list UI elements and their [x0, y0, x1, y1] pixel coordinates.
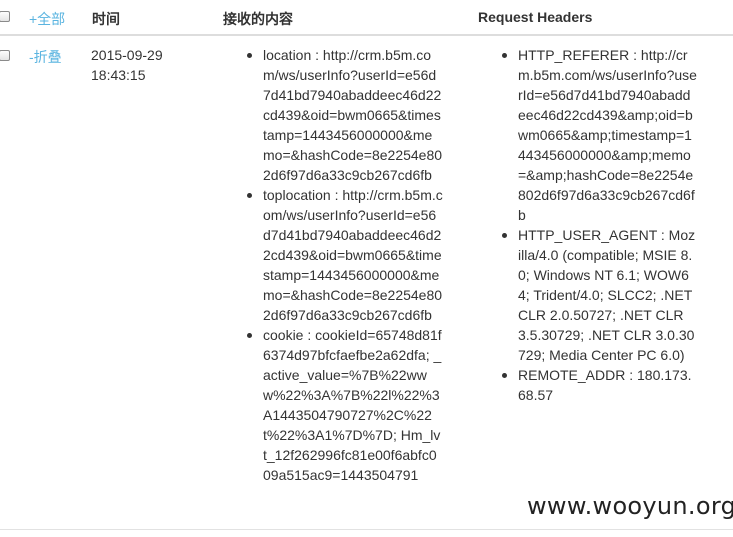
- row-checkbox[interactable]: [0, 50, 10, 61]
- list-item-cookie: cookie : cookieId=65748d81f6374d97bfcfae…: [247, 327, 442, 483]
- list-item-toplocation: toplocation : http://crm.b5m.com/ws/user…: [247, 187, 443, 323]
- select-all-checkbox[interactable]: [0, 11, 10, 22]
- collapse-row-link[interactable]: -折叠: [29, 47, 62, 67]
- request-headers-list: HTTP_REFERER : http://crm.b5m.com/ws/use…: [502, 45, 698, 405]
- request-log-table: +全部 时间 接收的内容 Request Headers -折叠 2015-09…: [0, 0, 733, 537]
- column-header-time: 时间: [92, 11, 120, 27]
- received-content-list: location : http://crm.b5m.com/ws/userInf…: [247, 45, 443, 485]
- expand-all-link[interactable]: +全部: [29, 9, 65, 29]
- list-item-remote-addr: REMOTE_ADDR : 180.173.68.57: [502, 365, 698, 405]
- list-item-http-user-agent: HTTP_USER_AGENT : Mozilla/4.0 (compatibl…: [502, 225, 698, 365]
- list-item-http-referer: HTTP_REFERER : http://crm.b5m.com/ws/use…: [502, 47, 697, 223]
- watermark-text: www.wooyun.org: [527, 492, 733, 520]
- row-time: 2015-09-29 18:43:15: [91, 47, 163, 83]
- list-item-location: location : http://crm.b5m.com/ws/userInf…: [247, 47, 443, 183]
- table-header: +全部 时间 接收的内容 Request Headers: [0, 0, 733, 36]
- column-header-request-headers: Request Headers: [478, 9, 593, 25]
- row-divider: [0, 529, 733, 530]
- column-header-content: 接收的内容: [223, 11, 293, 27]
